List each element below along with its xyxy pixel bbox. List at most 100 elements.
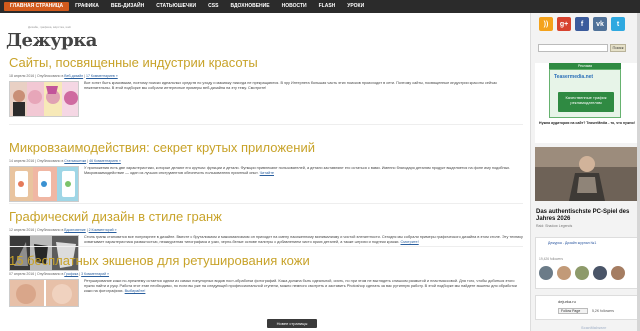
post-title[interactable]: Графический дизайн в стиле гранж <box>9 209 523 225</box>
post-thumbnail[interactable] <box>9 81 79 117</box>
community-followers: 19,426 followers <box>539 257 564 261</box>
post-item: Микровзаимодействия: секрет крутых прило… <box>9 140 523 208</box>
google-plus-glyph: g+ <box>559 20 569 28</box>
warrior-image <box>535 147 639 201</box>
post-thumbnail[interactable] <box>9 279 79 307</box>
game-ad-image[interactable] <box>535 147 639 201</box>
post-date: 12 апреля 2016 <box>9 228 35 232</box>
post-category-link[interactable]: Вдохновение <box>64 228 85 232</box>
nav-item-graphics[interactable]: Графика <box>69 2 105 11</box>
avatar[interactable] <box>575 266 589 280</box>
post-title[interactable]: 15 бесплатных экшенов для ретуширования … <box>9 253 523 269</box>
post-comments-link[interactable]: 2 Комментарий » <box>89 228 117 232</box>
read-more-link[interactable]: Выбирайте! <box>125 289 146 293</box>
search-form: Поиск <box>538 44 626 52</box>
avatar[interactable] <box>593 266 607 280</box>
post-meta: 14 апреля 2016 | Опубликовано в Статьюше… <box>9 159 523 163</box>
post-comments-link[interactable]: 3 Комментарий » <box>81 272 109 276</box>
facebook-page-widget: dejurka.ru Follow Page 5,2K followers <box>535 295 639 320</box>
top-navigation: Главная страница Графика Веб-дизайн Стат… <box>0 0 640 13</box>
google-plus-icon[interactable]: g+ <box>557 17 571 31</box>
ad-button[interactable]: Качественные трафик рекламодателям <box>558 92 614 112</box>
post-meta-prefix: | Опубликовано в <box>35 159 65 163</box>
twitter-glyph: t <box>616 20 620 28</box>
post-meta-prefix: | Опубликовано в <box>35 228 65 232</box>
twitter-icon[interactable]: t <box>611 17 625 31</box>
post-meta-prefix: | Опубликовано в <box>35 74 65 78</box>
rss-glyph: )) <box>543 20 549 28</box>
post-divider <box>9 246 523 247</box>
post-item: 15 бесплатных экшенов для ретуширования … <box>9 253 523 321</box>
facebook-page-name[interactable]: dejurka.ru <box>558 299 576 304</box>
post-item: Сайты, посвященные индустрии красоты 18 … <box>9 55 523 123</box>
facebook-glyph: f <box>580 20 584 28</box>
avatar[interactable] <box>557 266 571 280</box>
post-title[interactable]: Сайты, посвященные индустрии красоты <box>9 55 523 71</box>
nav-item-news[interactable]: Новости <box>276 2 313 11</box>
post-date: 18 апреля 2016 <box>9 74 35 78</box>
game-ad-source: Raid: Shadow Legends <box>536 224 573 228</box>
post-meta: 18 апреля 2016 | Опубликовано в Веб-диза… <box>9 74 523 78</box>
post-title[interactable]: Микровзаимодействия: секрет крутых прило… <box>9 140 523 156</box>
page-layout: Дизайн, графика, вёрстка, web Дежурка Са… <box>0 13 640 331</box>
next-page-button[interactable]: Новее страницы <box>267 319 317 328</box>
post-meta: 07 апреля 2016 | Опубликовано в Графика … <box>9 272 523 276</box>
read-more-link[interactable]: Смотрите! <box>401 240 419 244</box>
post-excerpt-text: Ретуширование кожи по-прежнему остается … <box>84 279 517 294</box>
post-divider <box>9 203 523 204</box>
vk-community-widget: Дежурка - Дизайн журнал №1 19,426 follow… <box>535 237 639 289</box>
search-button[interactable]: Поиск <box>610 44 626 52</box>
teasermedia-ad[interactable]: Реклама Teasermedia.net Качественные тра… <box>535 63 639 143</box>
nav-item-inspiration[interactable]: Вдохновение <box>224 2 275 11</box>
nav-item-articles[interactable]: Статьюшечки <box>150 2 202 11</box>
scanmalware-watermark: ScanMalware <box>581 325 607 330</box>
facebook-follow-button[interactable]: Follow Page <box>558 308 588 314</box>
nav-item-flash[interactable]: Flash <box>313 2 342 11</box>
post-excerpt: Ретуширование кожи по-прежнему остается … <box>84 279 523 295</box>
vk-glyph: vk <box>596 20 604 28</box>
avatar[interactable] <box>539 266 553 280</box>
game-ad-title[interactable]: Das authentischste PC-Spiel des Jahres 2… <box>536 209 636 223</box>
post-excerpt-text: Стиль гранж становится все популярнее в … <box>84 235 523 245</box>
site-tagline: Дизайн, графика, вёрстка, web <box>28 25 72 29</box>
nav-item-home[interactable]: Главная страница <box>4 2 70 11</box>
ad-box: Teasermedia.net Качественные трафик рекл… <box>549 69 621 118</box>
post-excerpt: Стиль гранж становится все популярнее в … <box>84 235 523 245</box>
ad-brand: Teasermedia.net <box>554 74 594 80</box>
search-input[interactable] <box>538 44 608 52</box>
post-excerpt: Все хотят быть красивыми, поэтому поиски… <box>84 81 523 91</box>
main-content: Дизайн, графика, вёрстка, web Дежурка Са… <box>0 13 530 331</box>
community-name[interactable]: Дежурка - Дизайн журнал №1 <box>548 241 596 245</box>
post-thumbnail[interactable] <box>9 166 79 202</box>
sidebar: )) g+ f vk t Поиск Реклама Teasermedia.n… <box>530 13 640 331</box>
nav-item-css[interactable]: CSS <box>202 2 224 11</box>
avatar[interactable] <box>611 266 625 280</box>
post-meta: 12 апреля 2016 | Опубликовано в Вдохнове… <box>9 228 523 232</box>
beauty-collage-image <box>10 82 78 116</box>
community-avatars <box>539 266 625 280</box>
post-date: 14 апреля 2016 <box>9 159 35 163</box>
post-category-link[interactable]: Веб-дизайн <box>64 74 83 78</box>
site-name: Дежурка <box>6 30 97 51</box>
facebook-followers-count: 5,2K followers <box>592 309 614 313</box>
facebook-icon[interactable]: f <box>575 17 589 31</box>
nav-item-lessons[interactable]: Уроки <box>341 2 370 11</box>
read-more-link[interactable]: Читайте <box>260 171 274 175</box>
post-excerpt-text: У приложения есть две характеристики, ко… <box>84 166 511 176</box>
post-meta-prefix: | Опубликовано в <box>35 272 65 276</box>
post-divider <box>9 124 523 125</box>
social-icons: )) g+ f vk t <box>539 17 625 31</box>
nav-item-web-design[interactable]: Веб-дизайн <box>105 2 150 11</box>
post-excerpt: У приложения есть две характеристики, ко… <box>84 166 523 176</box>
post-category-link[interactable]: Графика <box>64 272 78 276</box>
app-ui-image <box>10 167 78 201</box>
rss-icon[interactable]: )) <box>539 17 553 31</box>
skin-retouch-image <box>10 280 78 306</box>
post-comments-link[interactable]: 17 Комментариев » <box>86 74 118 78</box>
vk-icon[interactable]: vk <box>593 17 607 31</box>
ad-caption: Нужна аудитория на сайт? TeaserMedia - т… <box>539 121 635 125</box>
post-comments-link[interactable]: 46 Комментариев » <box>89 159 121 163</box>
post-excerpt-text: Все хотят быть красивыми, поэтому поиски… <box>84 81 498 91</box>
post-category-link[interactable]: Статьюшечки <box>64 159 86 163</box>
post-date: 07 апреля 2016 <box>9 272 35 276</box>
